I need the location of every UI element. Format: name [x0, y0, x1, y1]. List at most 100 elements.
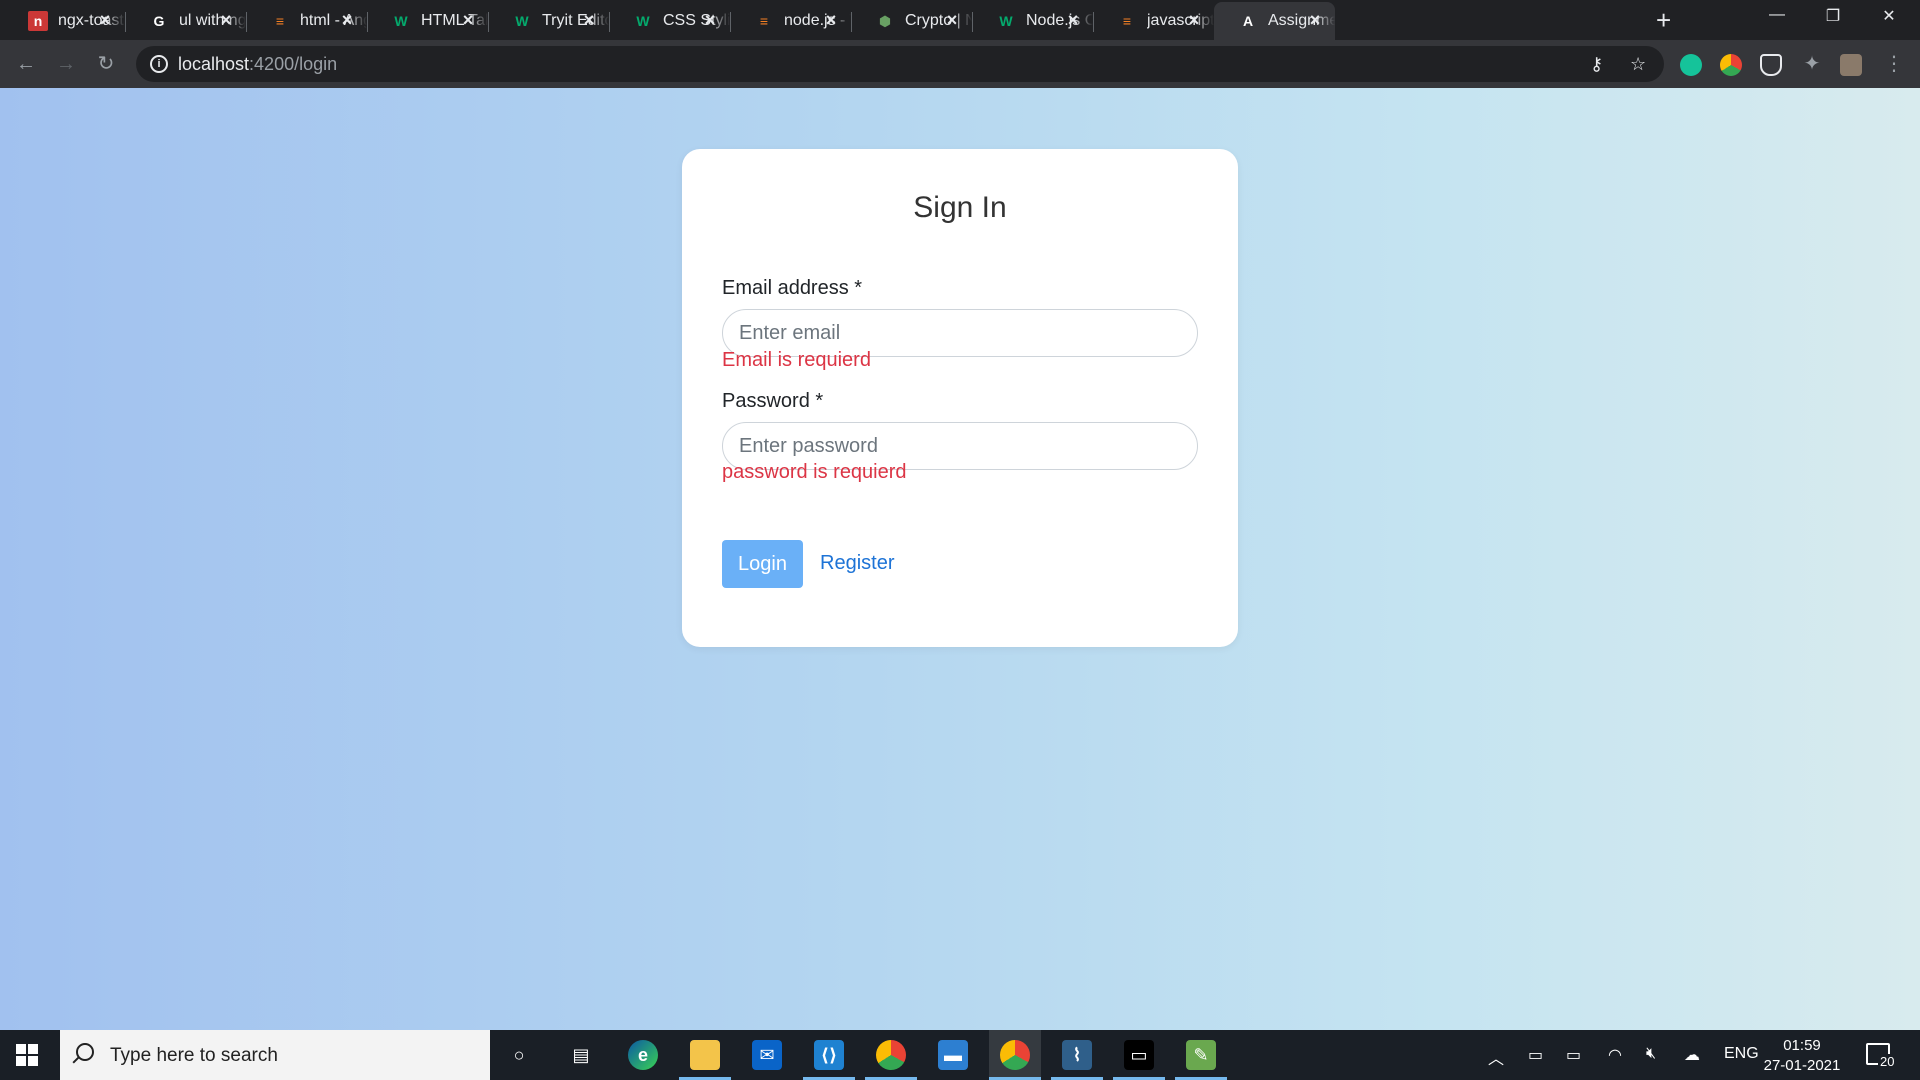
stackoverflow-icon: ≡ — [275, 13, 285, 29]
tab-title: javascript — [1147, 12, 1214, 29]
tab-title: Tryit Editor — [542, 12, 609, 29]
terminal-icon[interactable]: ▭ — [1124, 1040, 1154, 1070]
browser-tabstrip: + — ❐ ✕ nngx-toastr×Gul with ngFor×≡html… — [0, 0, 1920, 40]
system-clock[interactable]: 01:59 27-01-2021 — [1760, 1036, 1844, 1076]
notification-count: 20 — [1878, 1054, 1897, 1069]
taskbar-search-placeholder: Type here to search — [110, 1045, 278, 1066]
close-tab-icon[interactable]: × — [823, 11, 839, 29]
battery-icon[interactable]: ▭ — [1566, 1045, 1581, 1065]
onedrive-cloud-icon[interactable]: ☁ — [1684, 1045, 1700, 1065]
mail-icon[interactable]: ✉ — [752, 1040, 782, 1070]
chrome-profile-icon[interactable] — [1000, 1040, 1030, 1070]
image-editor-icon[interactable]: ✎ — [1186, 1040, 1216, 1070]
close-tab-icon[interactable]: × — [1065, 11, 1081, 29]
file-explorer-icon[interactable] — [690, 1040, 720, 1070]
email-error-message: Email is requierd — [722, 349, 871, 371]
register-link[interactable]: Register — [820, 552, 894, 575]
clock-time: 01:59 — [1783, 1037, 1821, 1054]
angular-icon: A — [1242, 13, 1254, 29]
browser-toolbar: ← → ↻ i localhost:4200/login ⚷ ☆ ✦ ⋮ — [0, 40, 1920, 88]
windows-taskbar: Type here to search ︿ ▭ ▭ ◠ 🔇︎ ☁ ENG 01:… — [0, 1030, 1920, 1080]
back-button[interactable]: ← — [14, 52, 38, 76]
password-label: Password * — [722, 390, 824, 412]
meet-now-icon[interactable]: ▭ — [1528, 1045, 1543, 1065]
close-window-button[interactable]: ✕ — [1866, 6, 1912, 26]
wifi-icon[interactable]: ◠ — [1608, 1045, 1622, 1065]
browser-tab[interactable]: W CSS Styling× — [609, 2, 730, 40]
tab-title: Assignment — [1268, 12, 1335, 29]
close-tab-icon[interactable]: × — [1186, 11, 1202, 29]
chrome-menu-icon[interactable]: ⋮ — [1882, 52, 1906, 76]
site-info-icon[interactable]: i — [150, 55, 168, 73]
grammarly-extension-icon[interactable] — [1680, 54, 1702, 76]
profile-avatar[interactable] — [1840, 54, 1862, 76]
page-background: Sign In Email address * Email is requier… — [0, 88, 1920, 1030]
tab-title: ul with ngFor — [179, 12, 246, 29]
npm-icon: n — [28, 11, 48, 31]
browser-tab[interactable]: n ngx-toastr × — [4, 2, 125, 40]
tab-title: Node.js Crypto — [1026, 12, 1093, 29]
close-tab-icon[interactable]: × — [460, 11, 476, 29]
tab-title: node.js - T — [784, 12, 851, 29]
input-language[interactable]: ENG — [1724, 1045, 1759, 1063]
stackoverflow-icon: ≡ — [759, 13, 769, 29]
password-key-icon[interactable]: ⚷ — [1590, 54, 1603, 75]
close-tab-icon[interactable]: × — [218, 11, 234, 29]
cortana-icon[interactable]: ○ — [504, 1040, 534, 1070]
tab-title: html - Angular — [300, 12, 367, 29]
close-tab-icon[interactable]: × — [97, 11, 113, 29]
bookmark-star-icon[interactable]: ☆ — [1630, 54, 1646, 75]
task-view-icon[interactable]: ▤ — [566, 1040, 596, 1070]
show-hidden-icons-chevron-icon[interactable]: ︿ — [1488, 1045, 1504, 1069]
browser-tab[interactable]: W HTML Tables× — [367, 2, 488, 40]
extensions-puzzle-icon[interactable]: ✦ — [1800, 52, 1824, 76]
w3schools-icon: W — [999, 13, 1013, 29]
close-tab-icon[interactable]: × — [944, 11, 960, 29]
shield-extension-icon[interactable] — [1760, 54, 1782, 76]
login-card: Sign In Email address * Email is requier… — [682, 149, 1238, 647]
browser-tab[interactable]: A Assignment× — [1214, 2, 1335, 40]
taskbar-search-box[interactable]: Type here to search — [60, 1030, 490, 1080]
close-tab-icon[interactable]: × — [339, 11, 355, 29]
browser-tab[interactable]: W Tryit Editor× — [488, 2, 609, 40]
search-icon — [76, 1043, 94, 1061]
chrome-icon[interactable] — [876, 1040, 906, 1070]
tab-title: ngx-toastr — [58, 12, 125, 29]
reload-button[interactable]: ↻ — [94, 52, 118, 76]
volume-muted-icon[interactable]: 🔇︎ — [1646, 1045, 1656, 1063]
close-tab-icon[interactable]: × — [581, 11, 597, 29]
browser-tab[interactable]: W Node.js Crypto× — [972, 2, 1093, 40]
address-url[interactable]: localhost:4200/login — [178, 54, 337, 75]
browser-tab[interactable]: ≡ html - Angular× — [246, 2, 367, 40]
w3schools-icon: W — [515, 13, 529, 29]
password-error-message: password is requierd — [722, 461, 907, 483]
browser-tab[interactable]: ⬢ Crypto | Node× — [851, 2, 972, 40]
email-label: Email address * — [722, 277, 863, 299]
mysql-workbench-icon[interactable]: ⌇ — [1062, 1040, 1092, 1070]
browser-tab[interactable]: ≡ javascript × — [1093, 2, 1214, 40]
clock-date: 27-01-2021 — [1763, 1057, 1841, 1074]
address-bar[interactable]: i localhost:4200/login ⚷ ☆ — [136, 46, 1664, 82]
forward-button[interactable]: → — [54, 52, 78, 76]
nodejs-icon: ⬢ — [878, 12, 892, 29]
sign-in-heading: Sign In — [913, 191, 1007, 224]
vscode-icon[interactable]: ⟨⟩ — [814, 1040, 844, 1070]
login-button[interactable]: Login — [722, 540, 803, 588]
restore-button[interactable]: ❐ — [1810, 6, 1856, 26]
browser-tab[interactable]: Gul with ngFor× — [125, 2, 246, 40]
minimize-button[interactable]: — — [1754, 6, 1800, 24]
browser-tab[interactable]: ≡ node.js - T× — [730, 2, 851, 40]
edge-icon[interactable]: e — [628, 1040, 658, 1070]
tab-title: CSS Styling — [663, 12, 730, 29]
tab-title: Crypto | Node — [905, 12, 972, 29]
google-icon: G — [153, 13, 165, 29]
w3schools-icon: W — [636, 13, 650, 29]
close-tab-icon[interactable]: × — [702, 11, 718, 29]
w3schools-icon: W — [394, 13, 408, 29]
stackoverflow-icon: ≡ — [1122, 13, 1132, 29]
network-drive-icon[interactable]: ▬ — [938, 1040, 968, 1070]
windows-start-icon[interactable] — [16, 1044, 38, 1066]
new-tab-button[interactable]: + — [1656, 7, 1671, 33]
close-tab-icon[interactable]: × — [1307, 11, 1323, 29]
color-extension-icon[interactable] — [1720, 54, 1742, 76]
